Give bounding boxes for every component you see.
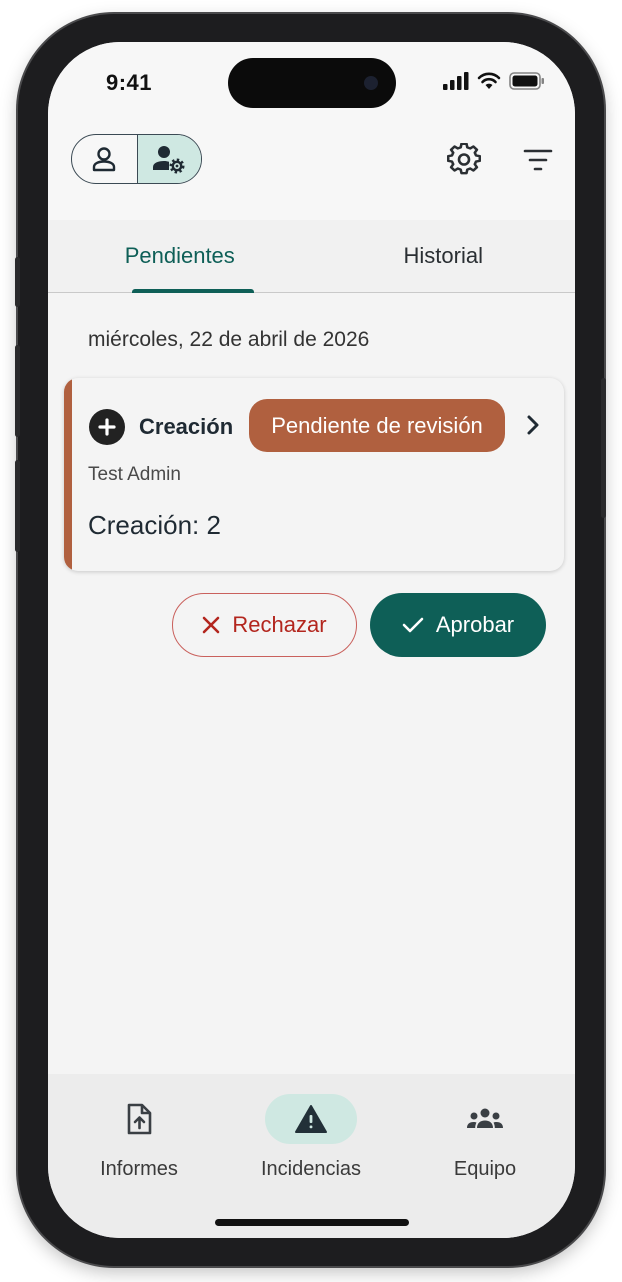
tab-bar: Pendientes Historial xyxy=(48,220,575,293)
nav-icon-container xyxy=(93,1094,185,1144)
tab-active-indicator xyxy=(132,289,254,293)
battery-icon xyxy=(509,72,544,90)
nav-label-informes: Informes xyxy=(100,1158,178,1180)
bottom-navigation: Informes Incidencias Equipo xyxy=(48,1074,575,1238)
status-icons xyxy=(443,72,545,90)
settings-button[interactable] xyxy=(446,142,482,178)
card-summary: Creación: 2 xyxy=(88,510,221,540)
settings-icon xyxy=(447,143,481,175)
role-user-button[interactable] xyxy=(72,135,137,183)
check-icon xyxy=(402,617,424,633)
side-button-volume-up xyxy=(15,345,20,437)
user-icon xyxy=(93,147,116,172)
tab-pendientes-label: Pendientes xyxy=(124,243,235,268)
card-type-label: Creación xyxy=(139,414,234,439)
side-button-volume-down xyxy=(15,460,20,552)
plus-circle-icon xyxy=(89,409,125,445)
home-indicator[interactable] xyxy=(215,1219,409,1226)
nav-icon-container-active xyxy=(265,1094,357,1144)
close-icon xyxy=(203,616,220,634)
user-settings-icon xyxy=(153,146,185,174)
front-camera xyxy=(364,76,378,90)
role-toggle xyxy=(71,134,202,184)
report-upload-icon xyxy=(127,1103,152,1135)
status-badge: Pendiente de revisión xyxy=(249,399,505,452)
side-button-action xyxy=(15,257,20,307)
role-admin-button[interactable] xyxy=(136,135,201,183)
nav-item-equipo[interactable]: Equipo xyxy=(397,1074,573,1194)
card-author: Test Admin xyxy=(88,464,181,485)
cellular-signal-icon xyxy=(443,72,469,90)
tab-historial-label: Historial xyxy=(403,243,483,268)
nav-icon-container xyxy=(439,1094,531,1144)
status-bar: 9:41 xyxy=(48,42,575,122)
top-app-bar xyxy=(48,122,575,220)
nav-label-equipo: Equipo xyxy=(453,1158,517,1180)
nav-label-incidencias: Incidencias xyxy=(260,1158,362,1180)
incident-card[interactable]: Creación Pendiente de revisión Test Admi… xyxy=(64,378,564,571)
date-header: miércoles, 22 de abril de 2026 xyxy=(88,328,370,351)
filter-button[interactable] xyxy=(520,142,556,178)
chevron-right-icon[interactable] xyxy=(520,412,546,438)
approve-button-label: Aprobar xyxy=(435,612,515,637)
reject-button[interactable]: Rechazar xyxy=(172,593,357,657)
wifi-icon xyxy=(477,72,501,89)
side-button-power xyxy=(601,378,606,518)
reject-button-label: Rechazar xyxy=(232,612,327,637)
approve-button[interactable]: Aprobar xyxy=(370,593,546,657)
filter-icon xyxy=(523,149,553,171)
warning-triangle-icon xyxy=(295,1105,327,1133)
nav-item-informes[interactable]: Informes xyxy=(51,1074,227,1194)
team-icon xyxy=(467,1108,503,1128)
tab-pendientes[interactable]: Pendientes xyxy=(48,220,312,293)
tab-historial[interactable]: Historial xyxy=(312,220,576,292)
status-time: 9:41 xyxy=(106,70,153,95)
card-accent-bar xyxy=(64,378,72,571)
app-screen: 9:41 Pendientes Historial miércoles, 22 … xyxy=(48,42,575,1238)
nav-item-incidencias[interactable]: Incidencias xyxy=(223,1074,399,1194)
